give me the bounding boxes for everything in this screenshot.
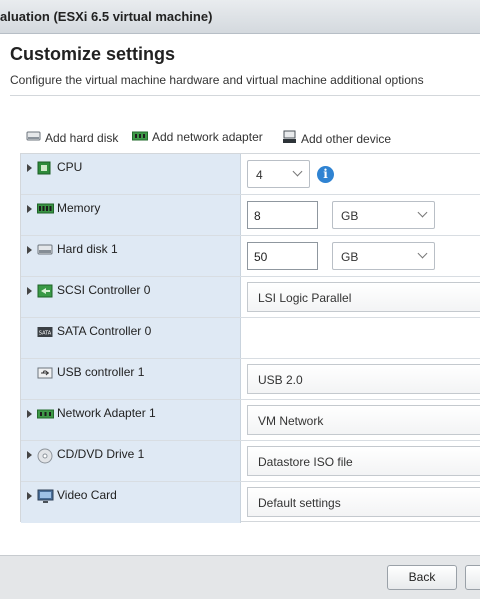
header-divider: [10, 95, 480, 96]
cpu-icon: [37, 161, 53, 175]
network-value: VM Network: [258, 414, 324, 428]
video-card-icon: [37, 489, 54, 503]
row-label-cell: Video Card: [21, 482, 241, 523]
row-label-cell: CPU: [21, 154, 241, 194]
hardware-table: CPU 4 i Memory 8 GB Hard disk 1 50 GB SC…: [20, 153, 480, 523]
usb-type-value: USB 2.0: [258, 373, 303, 387]
hardware-row-usb-controller: USB controller 1 USB 2.0: [21, 359, 480, 400]
row-value-cell: Default settings: [242, 482, 480, 523]
back-button[interactable]: Back: [387, 565, 457, 590]
scsi-type-value: LSI Logic Parallel: [258, 291, 352, 305]
expand-caret-icon[interactable]: [27, 451, 32, 459]
hardware-row-network-adapter: Network Adapter 1 VM Network: [21, 400, 480, 441]
hard-disk-unit-value: GB: [341, 250, 359, 264]
add-network-adapter-label: Add network adapter: [152, 130, 263, 144]
row-label-cell: CD/DVD Drive 1: [21, 441, 241, 481]
network-adapter-label: Network Adapter 1: [57, 406, 156, 420]
memory-label: Memory: [57, 201, 101, 215]
add-other-device-button[interactable]: Add other device: [282, 130, 391, 147]
window-titlebar: aluation (ESXi 6.5 virtual machine): [0, 0, 480, 34]
cd-dvd-media-select[interactable]: Datastore ISO file: [247, 446, 480, 476]
row-label-cell: SATA SATA Controller 0: [21, 318, 241, 358]
network-adapter-icon: [132, 130, 148, 144]
hardware-row-video-card: Video Card Default settings: [21, 482, 480, 523]
memory-icon: [37, 202, 54, 216]
row-value-cell: VM Network: [242, 400, 480, 440]
network-select[interactable]: VM Network: [247, 405, 480, 435]
usb-type-select[interactable]: USB 2.0: [247, 364, 480, 394]
video-card-label: Video Card: [57, 488, 117, 502]
row-value-cell: [242, 318, 480, 358]
expand-caret-icon[interactable]: [27, 287, 32, 295]
row-label-cell: Memory: [21, 195, 241, 235]
network-adapter-icon: [37, 407, 54, 421]
cpu-count-select[interactable]: 4: [247, 160, 310, 188]
row-value-cell: LSI Logic Parallel: [242, 277, 480, 317]
hard-disk-label: Hard disk 1: [57, 242, 118, 256]
scsi-controller-label: SCSI Controller 0: [57, 283, 151, 297]
row-value-cell: USB 2.0: [242, 359, 480, 399]
wizard-footer: Back: [0, 555, 480, 599]
row-label-cell: Network Adapter 1: [21, 400, 241, 440]
row-label-cell: Hard disk 1: [21, 236, 241, 276]
cd-dvd-icon: [37, 448, 53, 464]
memory-size-input[interactable]: 8: [247, 201, 318, 229]
scsi-controller-icon: [37, 284, 53, 298]
hardware-row-hard-disk: Hard disk 1 50 GB: [21, 236, 480, 277]
hard-disk-icon: [26, 130, 41, 145]
hard-disk-size-input[interactable]: 50: [247, 242, 318, 270]
memory-unit-value: GB: [341, 209, 359, 223]
expand-caret-icon[interactable]: [27, 410, 32, 418]
window-title: aluation (ESXi 6.5 virtual machine): [0, 9, 213, 24]
expand-caret-icon[interactable]: [27, 164, 32, 172]
next-button[interactable]: [465, 565, 480, 590]
cd-dvd-label: CD/DVD Drive 1: [57, 447, 145, 461]
video-card-settings-select[interactable]: Default settings: [247, 487, 480, 517]
chevron-down-icon: [417, 248, 428, 259]
expand-caret-icon[interactable]: [27, 246, 32, 254]
svg-text:SATA: SATA: [39, 331, 52, 337]
hardware-row-cd-dvd-drive: CD/DVD Drive 1 Datastore ISO file: [21, 441, 480, 482]
usb-icon: [37, 366, 53, 380]
memory-unit-select[interactable]: GB: [332, 201, 435, 229]
hardware-row-sata-controller: SATA SATA Controller 0: [21, 318, 480, 359]
row-value-cell: Datastore ISO file: [242, 441, 480, 481]
sata-controller-icon: SATA: [37, 325, 53, 339]
hard-disk-unit-select[interactable]: GB: [332, 242, 435, 270]
hardware-row-memory: Memory 8 GB: [21, 195, 480, 236]
video-card-settings-value: Default settings: [258, 496, 341, 510]
hardware-row-cpu: CPU 4 i: [21, 154, 480, 195]
page-title: Customize settings: [10, 44, 176, 64]
page-subtitle: Configure the virtual machine hardware a…: [10, 73, 424, 87]
row-value-cell: 4 i: [242, 154, 480, 194]
add-hard-disk-label: Add hard disk: [45, 130, 119, 145]
row-value-cell: 8 GB: [242, 195, 480, 235]
expand-caret-icon[interactable]: [27, 492, 32, 500]
expand-caret-icon[interactable]: [27, 205, 32, 213]
cd-dvd-media-value: Datastore ISO file: [258, 455, 353, 469]
memory-size-value: 8: [254, 209, 261, 223]
scsi-type-select[interactable]: LSI Logic Parallel: [247, 282, 480, 312]
row-label-cell: USB controller 1: [21, 359, 241, 399]
chevron-down-icon: [417, 207, 428, 218]
cpu-count-value: 4: [256, 168, 263, 182]
hardware-row-scsi-controller: SCSI Controller 0 LSI Logic Parallel: [21, 277, 480, 318]
hard-disk-size-value: 50: [254, 250, 268, 264]
row-label-cell: SCSI Controller 0: [21, 277, 241, 317]
other-device-icon: [282, 130, 297, 147]
usb-controller-label: USB controller 1: [57, 365, 145, 379]
add-hard-disk-button[interactable]: Add hard disk: [26, 130, 118, 145]
add-network-adapter-button[interactable]: Add network adapter: [132, 130, 263, 144]
row-value-cell: 50 GB: [242, 236, 480, 276]
chevron-down-icon: [292, 166, 303, 177]
cpu-label: CPU: [57, 160, 83, 174]
info-icon[interactable]: i: [317, 166, 334, 183]
hard-disk-icon: [37, 243, 53, 257]
add-other-device-label: Add other device: [301, 131, 392, 146]
sata-controller-label: SATA Controller 0: [57, 324, 152, 338]
